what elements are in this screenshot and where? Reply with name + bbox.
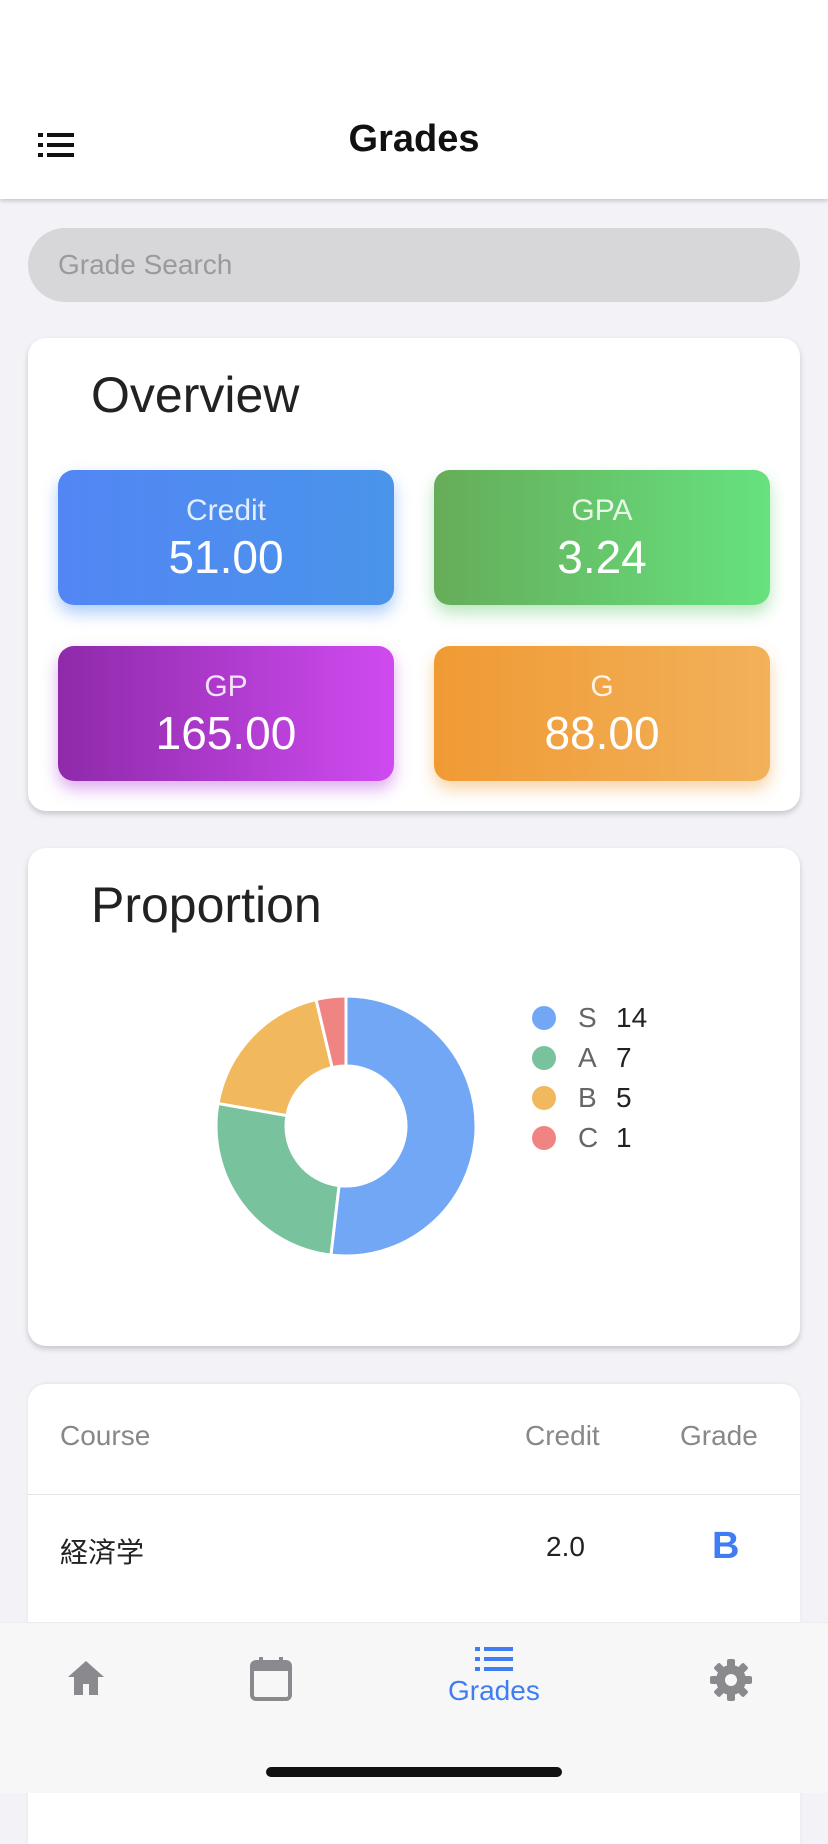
proportion-card: Proportion S 14 A 7 B 5 C 1 [28, 848, 800, 1346]
tab-grades-label: Grades [448, 1675, 540, 1706]
course-credit: 2.0 [546, 1531, 585, 1562]
credit-stat-value: 51.00 [168, 531, 284, 583]
legend-count: 7 [616, 1042, 632, 1073]
g-stat-tile: G 88.00 [434, 646, 770, 781]
legend-item-a: A7 [532, 1038, 647, 1078]
column-header-credit: Credit [525, 1420, 600, 1451]
legend-item-s: S 14 [532, 998, 647, 1038]
gp-stat-tile: GP 165.00 [58, 646, 394, 781]
list-icon [474, 1647, 513, 1671]
grade-search-input[interactable] [28, 228, 800, 302]
grade-donut-chart [214, 994, 478, 1258]
course-grade: B [712, 1525, 740, 1567]
tab-calendar[interactable] [250, 1657, 292, 1701]
legend-count: 1 [616, 1122, 632, 1153]
tab-home[interactable] [66, 1659, 106, 1697]
donut-slice-a [214, 1101, 341, 1257]
credit-stat-label: Credit [185, 494, 267, 527]
tab-grades[interactable]: Grades [448, 1647, 540, 1707]
legend-dot [532, 1046, 556, 1070]
column-header-grade: Grade [680, 1420, 758, 1451]
course-name: 経済学 [60, 1537, 145, 1568]
gp-stat-value: 165.00 [155, 707, 297, 759]
app-header: Grades [0, 0, 828, 199]
legend-dot [532, 1006, 556, 1030]
tab-settings[interactable] [710, 1659, 752, 1701]
home-indicator [266, 1767, 562, 1777]
gear-icon [710, 1659, 752, 1701]
column-header-course: Course [60, 1420, 151, 1451]
gp-stat-label: GP [204, 670, 248, 703]
legend-dot [532, 1086, 556, 1110]
home-icon [68, 1661, 104, 1695]
gpa-stat-value: 3.24 [557, 531, 647, 583]
chart-legend: S 14 A 7 B 5 C 1 [532, 998, 647, 1158]
donut-slice-s [329, 994, 478, 1258]
table-row[interactable]: 経済学 2.0 B [28, 1495, 800, 1595]
legend-label: C [578, 1122, 599, 1153]
credit-stat-tile: Credit 51.00 [58, 470, 394, 605]
overview-card: Overview Credit 51.00 GPA 3.24 GP 165.00… [28, 338, 800, 811]
legend-count: 14 [616, 1002, 648, 1033]
proportion-title: Proportion [91, 877, 322, 933]
legend-label: B [578, 1082, 597, 1113]
legend-item-b: B5 [532, 1078, 647, 1118]
g-stat-value: 88.00 [544, 707, 660, 759]
overview-title: Overview [91, 367, 300, 423]
legend-count: 5 [616, 1082, 632, 1113]
legend-label: A [578, 1042, 597, 1073]
donut-slice-b [216, 997, 334, 1118]
legend-dot [532, 1126, 556, 1150]
legend-item-c: C1 [532, 1118, 647, 1158]
gpa-stat-label: GPA [571, 494, 633, 527]
page-title: Grades [348, 118, 480, 160]
g-stat-label: G [590, 670, 614, 703]
legend-label: S [578, 1002, 597, 1033]
gpa-stat-tile: GPA 3.24 [434, 470, 770, 605]
calendar-icon [250, 1657, 292, 1701]
